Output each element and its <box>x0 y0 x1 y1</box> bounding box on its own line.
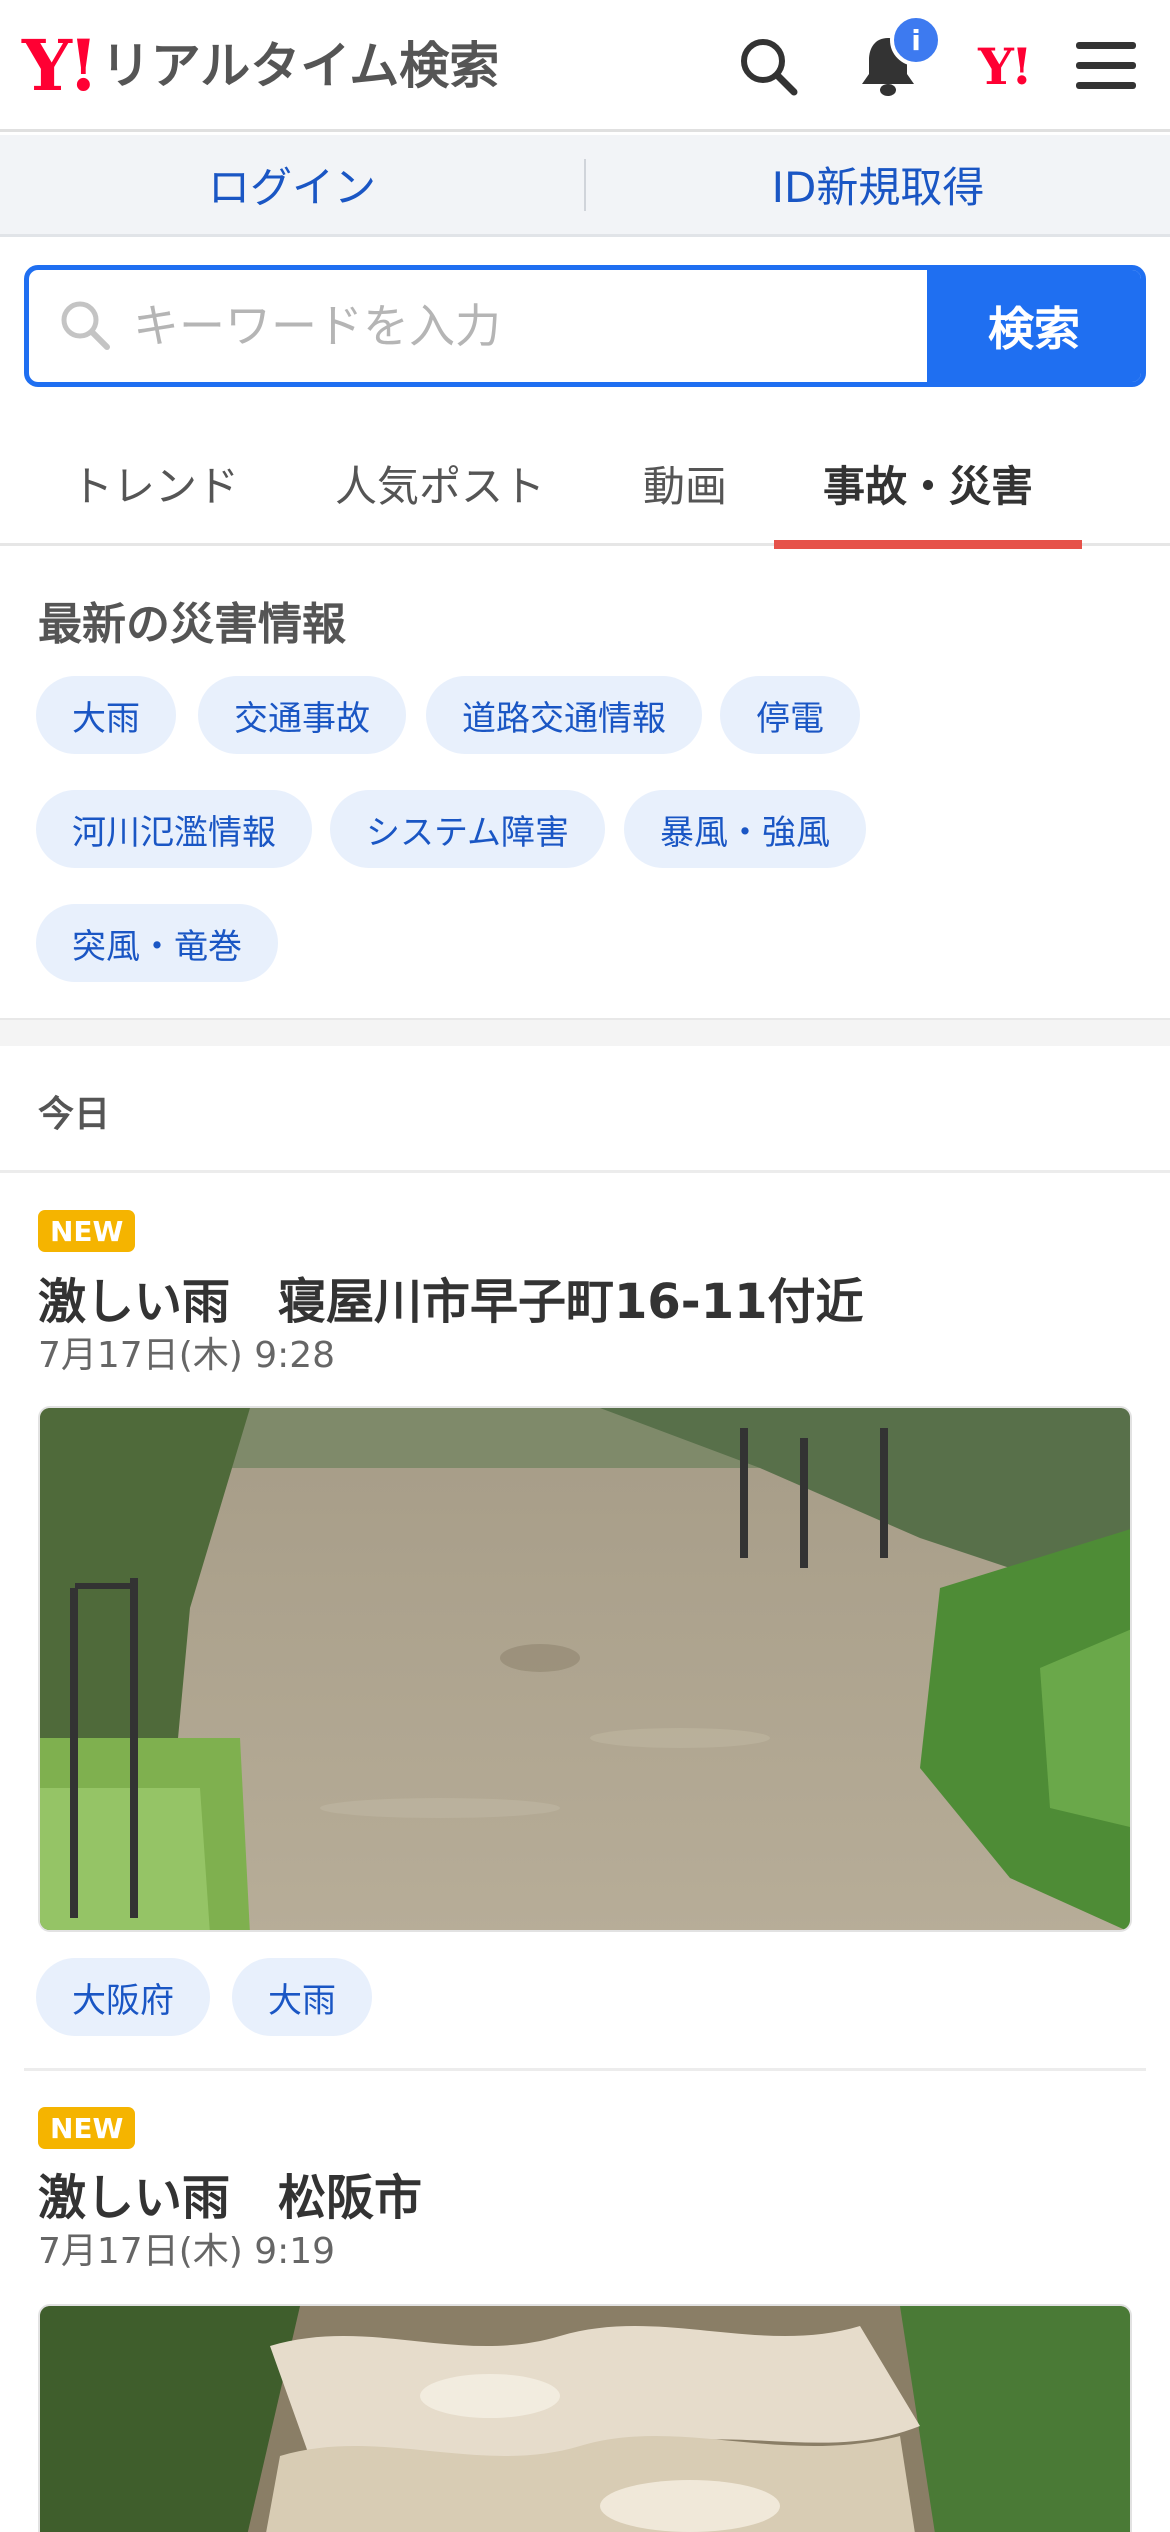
search-field[interactable] <box>29 270 927 382</box>
date-group-label: 今日 <box>38 1094 111 1135</box>
post-image[interactable] <box>38 1406 1132 1932</box>
search-input[interactable] <box>133 299 833 353</box>
post-title[interactable]: 激しい雨 寝屋川市早子町16-11付近 <box>38 1262 864 1332</box>
yahoo-realtime-logo[interactable]: Y! リアルタイム検索 <box>22 28 499 104</box>
chip-traffic-accident[interactable]: 交通事故 <box>198 676 406 754</box>
date-group-divider <box>0 1170 1170 1173</box>
app-header: Y! リアルタイム検索 i Y! <box>0 0 1170 132</box>
tab-accidents-disasters[interactable]: 事故・災害 <box>774 420 1082 549</box>
chip-storm-wind[interactable]: 暴風・強風 <box>624 790 866 868</box>
tab-popular-posts[interactable]: 人気ポスト <box>310 420 570 546</box>
post-image[interactable] <box>38 2304 1132 2532</box>
tab-trend[interactable]: トレンド <box>30 420 280 546</box>
post-date: 7月17日(木) 9:19 <box>38 2231 336 2272</box>
login-link[interactable]: ログイン <box>0 154 584 215</box>
logo-title: リアルタイム検索 <box>100 37 500 95</box>
new-badge: NEW <box>38 1210 136 1252</box>
post-tag-osaka[interactable]: 大阪府 <box>36 1958 210 2036</box>
signup-link[interactable]: ID新規取得 <box>586 154 1170 215</box>
disaster-section-title: 最新の災害情報 <box>38 599 346 650</box>
chip-road-traffic-info[interactable]: 道路交通情報 <box>426 676 702 754</box>
search-button[interactable]: 検索 <box>927 270 1141 382</box>
chip-heavy-rain[interactable]: 大雨 <box>36 676 176 754</box>
post-title[interactable]: 激しい雨 松阪市 <box>38 2158 422 2228</box>
search-form: 検索 <box>24 265 1146 387</box>
notification-badge: i <box>890 14 942 66</box>
menu-icon[interactable] <box>1070 30 1142 102</box>
post-tag-heavy-rain[interactable]: 大雨 <box>232 1958 372 2036</box>
search-icon[interactable] <box>732 30 804 102</box>
yahoo-logo-mark: Y! <box>22 24 99 107</box>
post-divider <box>24 2068 1146 2071</box>
post-date: 7月17日(木) 9:28 <box>38 1335 336 1376</box>
yahoo-logo-icon[interactable]: Y! <box>968 30 1040 102</box>
chip-power-outage[interactable]: 停電 <box>720 676 860 754</box>
section-separator <box>0 1018 1170 1046</box>
login-bar: ログイン ID新規取得 <box>0 135 1170 237</box>
chip-system-failure[interactable]: システム障害 <box>330 790 605 868</box>
search-field-icon <box>57 297 111 355</box>
category-tabs: トレンド 人気ポスト 動画 事故・災害 <box>0 420 1170 549</box>
tab-videos[interactable]: 動画 <box>610 420 760 546</box>
chip-river-flood-info[interactable]: 河川氾濫情報 <box>36 790 312 868</box>
chip-gust-tornado[interactable]: 突風・竜巻 <box>36 904 278 982</box>
new-badge: NEW <box>38 2107 136 2149</box>
